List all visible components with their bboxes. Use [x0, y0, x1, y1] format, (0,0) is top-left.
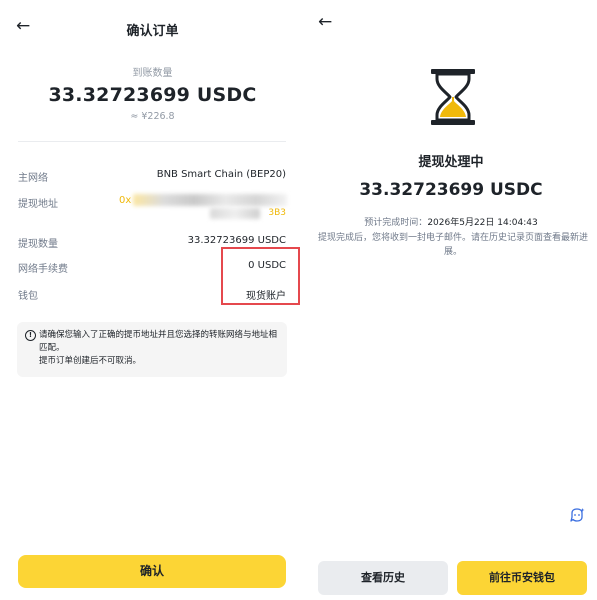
received-amount-label: 到账数量	[132, 68, 173, 79]
status-description: 提现完成后，您将收到一封电子邮件。请在历史记录页面查看最新进展。	[317, 233, 588, 257]
eta-label: 预计完成时间：	[364, 218, 428, 228]
address-end: 3B3	[268, 208, 286, 218]
back-arrow-icon[interactable]: ←	[318, 12, 332, 32]
withdraw-qty-label: 提现数量	[18, 239, 58, 250]
eta-value: 2026年5月22日 14:04:43	[427, 218, 538, 228]
address-label: 提现地址	[18, 199, 58, 210]
notice-text: 请确保您输入了正确的提币地址并且您选择的转账网络与地址相匹配。 提币订单创建后不…	[39, 329, 279, 368]
network-value: BNB Smart Chain (BEP20)	[156, 169, 286, 180]
hourglass-icon	[431, 69, 475, 125]
redacted-address-blur	[133, 194, 287, 206]
withdraw-amount: 33.32723699 USDC	[359, 180, 543, 200]
eta-line: 预计完成时间：2026年5月22日 14:04:43	[305, 215, 597, 228]
go-to-binance-wallet-button[interactable]: 前往币安钱包	[457, 561, 587, 595]
redacted-address-blur	[210, 208, 260, 219]
highlight-box	[221, 247, 300, 305]
network-fee-label: 网络手续费	[18, 264, 68, 275]
page-title: 确认订单	[126, 24, 179, 39]
amount-cny-equivalent: ≈ ¥226.8	[130, 111, 175, 122]
received-amount: 33.32723699 USDC	[48, 84, 257, 106]
notice-box: ! 请确保您输入了正确的提币地址并且您选择的转账网络与地址相匹配。 提币订单创建…	[17, 322, 287, 377]
view-history-button[interactable]: 查看历史	[318, 561, 448, 595]
confirm-button[interactable]: 确认	[18, 555, 286, 588]
withdraw-qty-value: 33.32723699 USDC	[187, 235, 286, 246]
address-start: 0x	[119, 195, 132, 206]
wallet-label: 钱包	[18, 291, 38, 302]
notice-line-1: 请确保您输入了正确的提币地址并且您选择的转账网络与地址相匹配。	[39, 330, 278, 353]
network-label: 主网络	[18, 173, 48, 184]
info-icon: !	[25, 330, 36, 341]
divider	[18, 141, 286, 142]
assistant-icon[interactable]	[568, 507, 586, 525]
confirm-order-screen: ← 确认订单 到账数量 33.32723699 USDC ≈ ¥226.8 主网…	[0, 0, 305, 600]
notice-line-2: 提币订单创建后不可取消。	[39, 356, 142, 366]
withdrawal-status-screen: ← 提现处理中 33.32723699 USDC 预计完成时间：2026年5月2…	[305, 0, 597, 600]
status-title: 提现处理中	[418, 155, 484, 170]
